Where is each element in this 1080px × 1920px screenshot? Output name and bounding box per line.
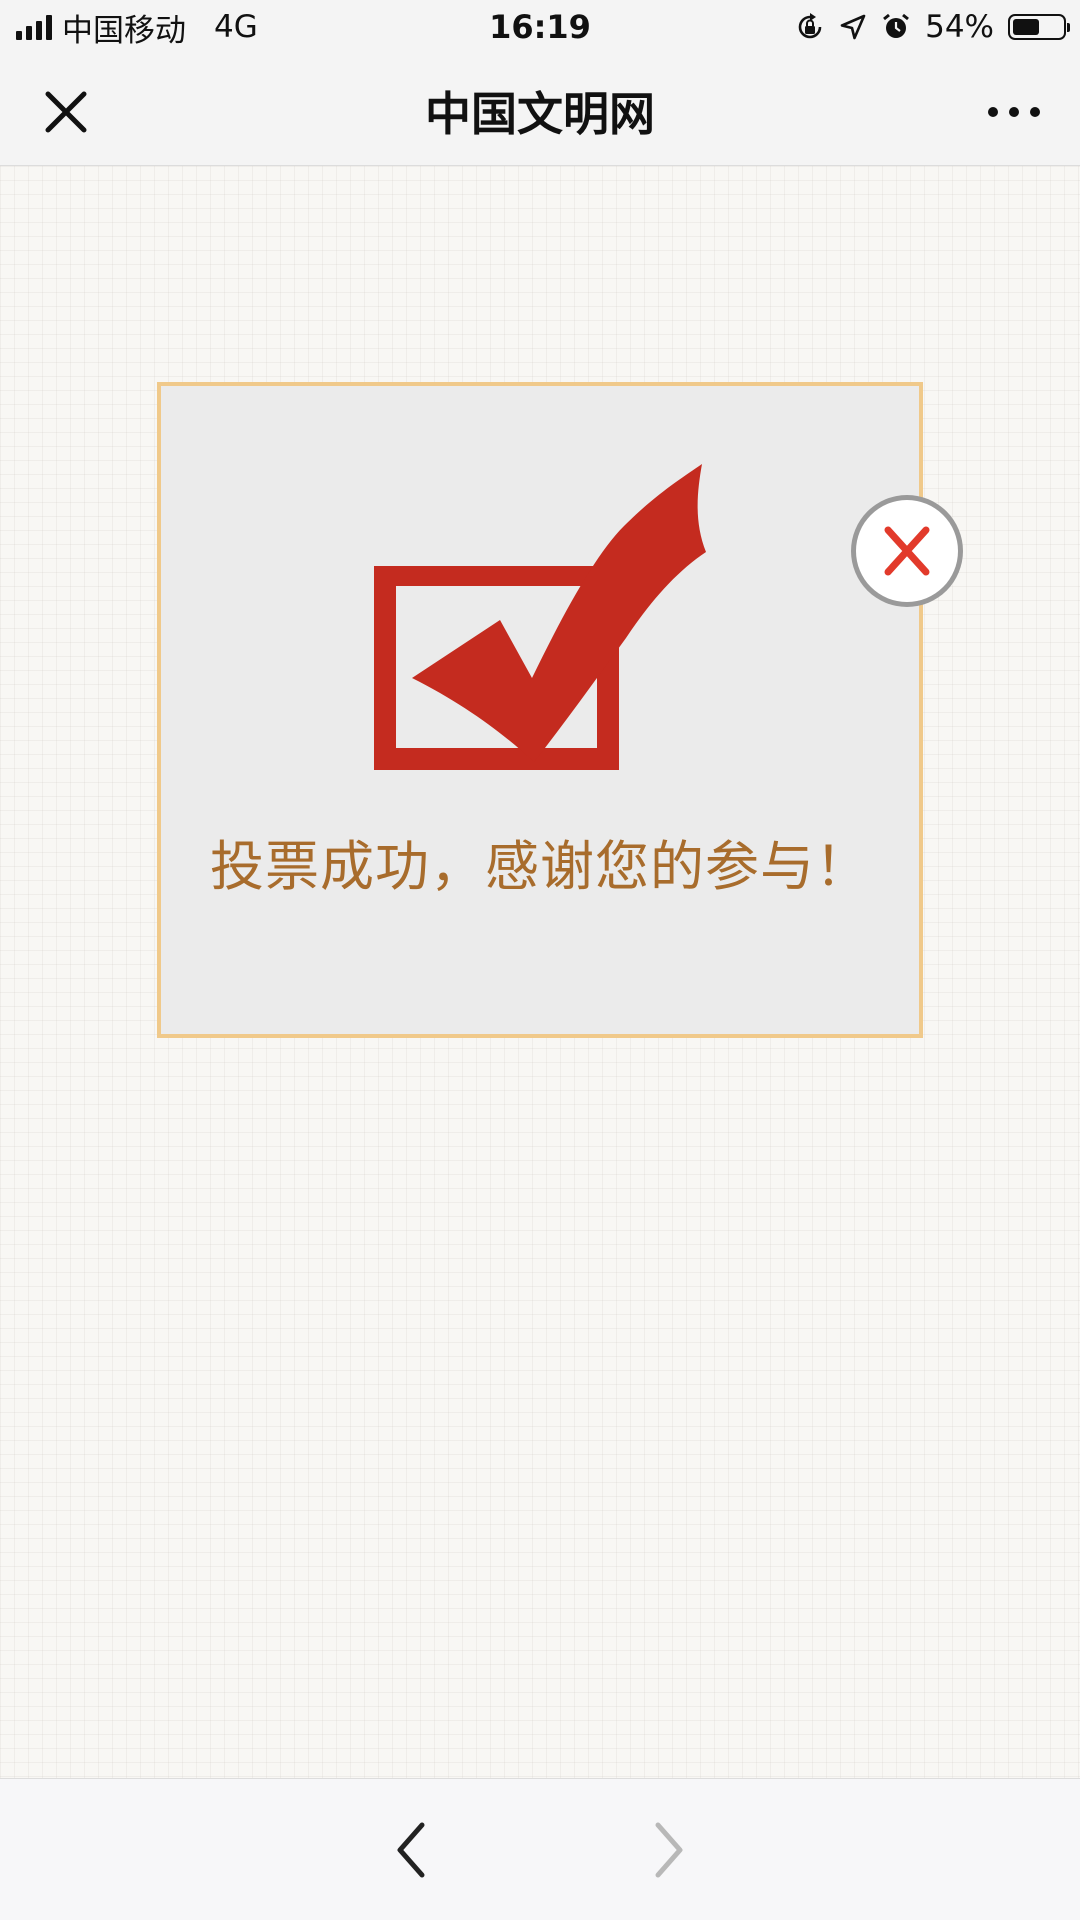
page-title: 中国文明网 xyxy=(425,87,655,141)
bottom-toolbar xyxy=(0,1778,1080,1920)
battery-fill xyxy=(1013,19,1039,35)
back-arrow-icon[interactable] xyxy=(382,1817,442,1883)
web-content: 投票成功，感谢您的参与！ xyxy=(0,166,1080,1778)
alarm-icon xyxy=(883,13,910,38)
location-arrow-icon xyxy=(840,14,866,40)
more-icon[interactable] xyxy=(984,94,1044,130)
orientation-lock-icon xyxy=(798,13,822,39)
nav-bar: 中国文明网 xyxy=(0,54,1080,166)
battery-percent: 54% xyxy=(925,9,994,45)
checkbox-check-icon xyxy=(374,464,706,770)
success-message: 投票成功，感谢您的参与！ xyxy=(210,835,870,898)
battery-icon xyxy=(1008,14,1070,40)
forward-arrow-icon[interactable] xyxy=(638,1817,698,1883)
vote-success-dialog: 投票成功，感谢您的参与！ xyxy=(157,382,923,1038)
status-bar: 中国移动 4G 16:19 54% xyxy=(0,0,1080,54)
dialog-close-icon[interactable] xyxy=(848,492,966,610)
status-right: 54% xyxy=(795,8,1070,46)
close-icon[interactable] xyxy=(38,84,94,140)
